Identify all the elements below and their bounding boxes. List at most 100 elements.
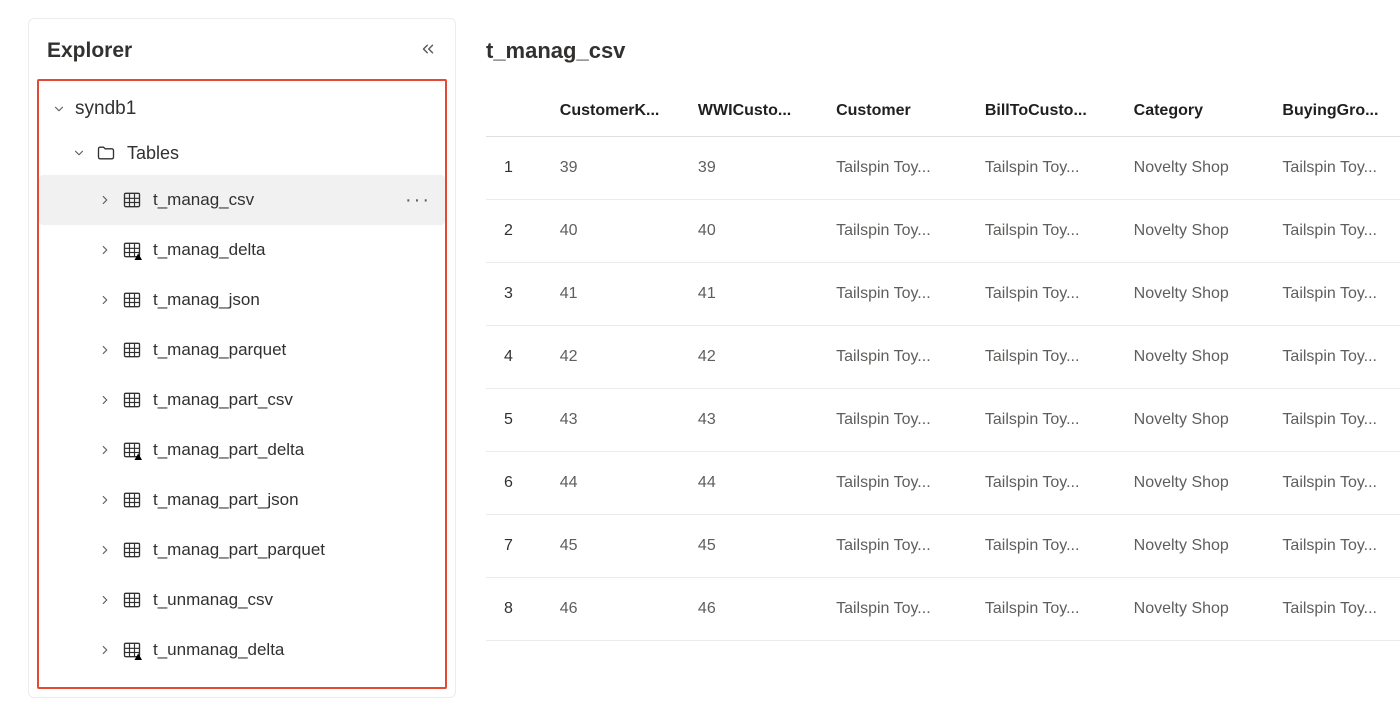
chevron-down-icon[interactable] xyxy=(69,143,89,163)
tree-node-label: t_unmanag_csv xyxy=(153,590,445,610)
tree-node-table[interactable]: t_manag_part_parquet··· xyxy=(39,525,445,575)
column-header[interactable]: BillToCusto... xyxy=(975,90,1124,137)
cell: Tailspin Toy... xyxy=(1272,263,1400,326)
tree-node-table[interactable]: t_manag_parquet··· xyxy=(39,325,445,375)
main-content: t_manag_csv CustomerK... WWICusto... Cus… xyxy=(468,0,1400,714)
cell: 41 xyxy=(688,263,826,326)
table-icon xyxy=(121,639,143,661)
column-header[interactable]: CustomerK... xyxy=(550,90,688,137)
table-row[interactable]: 34141Tailspin Toy...Tailspin Toy...Novel… xyxy=(486,263,1400,326)
cell: Tailspin Toy... xyxy=(826,389,975,452)
cell: 43 xyxy=(550,389,688,452)
cell: 42 xyxy=(688,326,826,389)
cell: 40 xyxy=(688,200,826,263)
table-row[interactable]: 24040Tailspin Toy...Tailspin Toy...Novel… xyxy=(486,200,1400,263)
row-number-cell: 8 xyxy=(486,578,550,641)
table-row[interactable]: 54343Tailspin Toy...Tailspin Toy...Novel… xyxy=(486,389,1400,452)
tree-node-database[interactable]: syndb1 xyxy=(39,87,445,131)
chevron-right-icon[interactable] xyxy=(95,240,115,260)
cell: Novelty Shop xyxy=(1124,389,1273,452)
tables-list: t_manag_csv···t_manag_delta···t_manag_js… xyxy=(39,175,445,675)
tree-node-table[interactable]: t_manag_part_csv··· xyxy=(39,375,445,425)
cell: Tailspin Toy... xyxy=(1272,137,1400,200)
tree-node-table[interactable]: t_unmanag_delta··· xyxy=(39,625,445,675)
cell: Tailspin Toy... xyxy=(975,137,1124,200)
table-row[interactable]: 64444Tailspin Toy...Tailspin Toy...Novel… xyxy=(486,452,1400,515)
table-icon xyxy=(121,589,143,611)
column-header[interactable]: Category xyxy=(1124,90,1273,137)
row-number-cell: 3 xyxy=(486,263,550,326)
cell: Tailspin Toy... xyxy=(826,515,975,578)
cell: Tailspin Toy... xyxy=(975,326,1124,389)
cell: 44 xyxy=(550,452,688,515)
cell: Tailspin Toy... xyxy=(826,137,975,200)
folder-icon xyxy=(95,142,117,164)
table-row[interactable]: 13939Tailspin Toy...Tailspin Toy...Novel… xyxy=(486,137,1400,200)
row-number-cell: 5 xyxy=(486,389,550,452)
cell: 39 xyxy=(688,137,826,200)
cell: Tailspin Toy... xyxy=(975,578,1124,641)
tree-node-label: t_manag_part_parquet xyxy=(153,540,445,560)
tree-node-table[interactable]: t_manag_json··· xyxy=(39,275,445,325)
sidebar-title: Explorer xyxy=(47,39,132,63)
table-row[interactable]: 84646Tailspin Toy...Tailspin Toy...Novel… xyxy=(486,578,1400,641)
row-number-header[interactable] xyxy=(486,90,550,137)
more-actions-icon[interactable]: ··· xyxy=(405,189,445,212)
column-header[interactable]: Customer xyxy=(826,90,975,137)
chevron-right-icon[interactable] xyxy=(95,190,115,210)
table-icon xyxy=(121,389,143,411)
table-name-heading: t_manag_csv xyxy=(486,38,1400,64)
column-header[interactable]: BuyingGro... xyxy=(1272,90,1400,137)
table-row[interactable]: 74545Tailspin Toy...Tailspin Toy...Novel… xyxy=(486,515,1400,578)
cell: Tailspin Toy... xyxy=(826,200,975,263)
chevron-right-icon[interactable] xyxy=(95,290,115,310)
row-number-cell: 4 xyxy=(486,326,550,389)
chevron-right-icon[interactable] xyxy=(95,490,115,510)
column-header[interactable]: WWICusto... xyxy=(688,90,826,137)
cell: Novelty Shop xyxy=(1124,137,1273,200)
cell: Tailspin Toy... xyxy=(975,452,1124,515)
tree-node-label: t_manag_part_csv xyxy=(153,390,445,410)
tree-node-label: Tables xyxy=(127,143,445,164)
cell: Tailspin Toy... xyxy=(826,326,975,389)
cell: 44 xyxy=(688,452,826,515)
cell: Tailspin Toy... xyxy=(1272,578,1400,641)
tree-node-label: t_manag_part_json xyxy=(153,490,445,510)
cell: Tailspin Toy... xyxy=(1272,515,1400,578)
cell: Novelty Shop xyxy=(1124,200,1273,263)
cell: Tailspin Toy... xyxy=(826,452,975,515)
tree-node-table[interactable]: t_unmanag_csv··· xyxy=(39,575,445,625)
table-icon xyxy=(121,239,143,261)
cell: 45 xyxy=(688,515,826,578)
cell: Novelty Shop xyxy=(1124,263,1273,326)
tree-node-table[interactable]: t_manag_csv··· xyxy=(39,175,445,225)
cell: 39 xyxy=(550,137,688,200)
chevron-right-icon[interactable] xyxy=(95,340,115,360)
tree-node-label: t_manag_parquet xyxy=(153,340,445,360)
table-row[interactable]: 44242Tailspin Toy...Tailspin Toy...Novel… xyxy=(486,326,1400,389)
row-number-cell: 6 xyxy=(486,452,550,515)
chevron-right-icon[interactable] xyxy=(95,640,115,660)
cell: Tailspin Toy... xyxy=(975,515,1124,578)
cell: Tailspin Toy... xyxy=(975,200,1124,263)
cell: 46 xyxy=(688,578,826,641)
tree-node-table[interactable]: t_manag_part_delta··· xyxy=(39,425,445,475)
chevron-right-icon[interactable] xyxy=(95,390,115,410)
table-icon xyxy=(121,189,143,211)
chevron-right-icon[interactable] xyxy=(95,440,115,460)
table-icon xyxy=(121,289,143,311)
chevron-right-icon[interactable] xyxy=(95,540,115,560)
chevron-right-icon[interactable] xyxy=(95,590,115,610)
table-icon xyxy=(121,439,143,461)
row-number-cell: 7 xyxy=(486,515,550,578)
table-icon xyxy=(121,339,143,361)
cell: Novelty Shop xyxy=(1124,578,1273,641)
collapse-sidebar-icon[interactable] xyxy=(419,40,437,62)
tree-node-table[interactable]: t_manag_delta··· xyxy=(39,225,445,275)
data-table: CustomerK... WWICusto... Customer BillTo… xyxy=(486,90,1400,641)
tree-node-label: t_manag_delta xyxy=(153,240,445,260)
tree-node-table[interactable]: t_manag_part_json··· xyxy=(39,475,445,525)
tree-node-tables-folder[interactable]: Tables xyxy=(39,131,445,175)
chevron-down-icon[interactable] xyxy=(49,99,69,119)
cell: 45 xyxy=(550,515,688,578)
